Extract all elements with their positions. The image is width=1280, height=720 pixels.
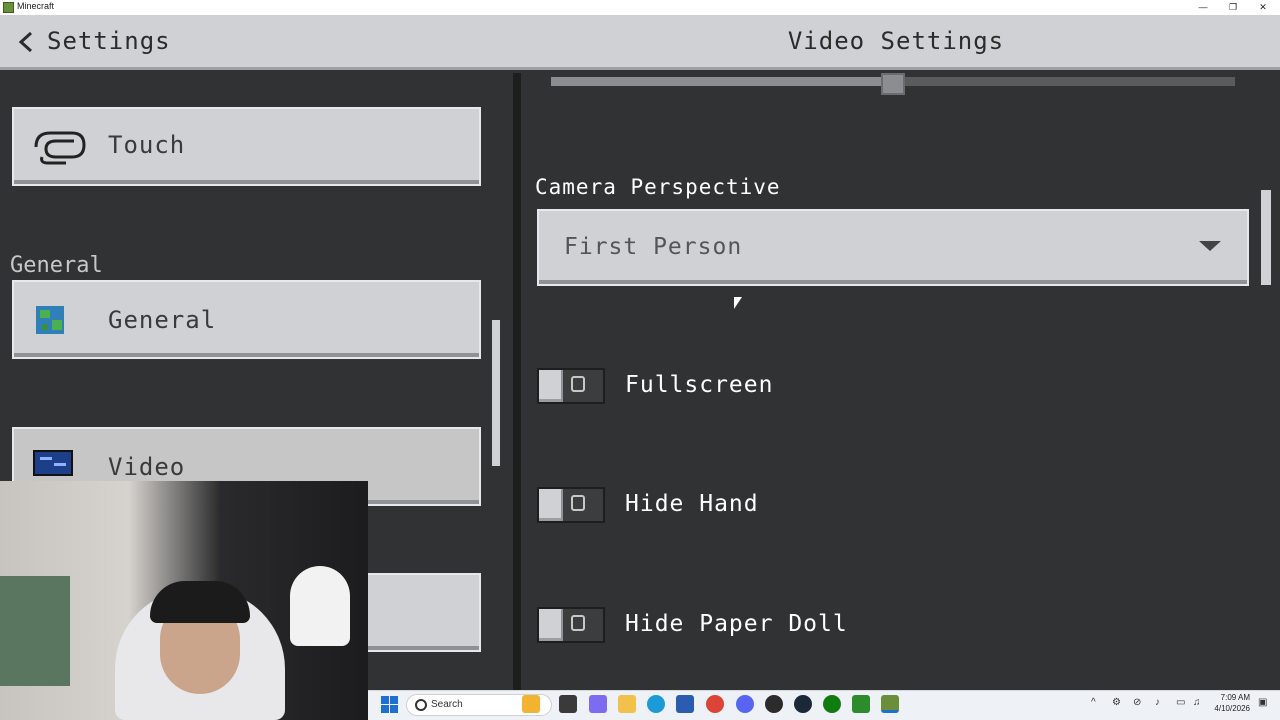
sidebar-item-touch[interactable]: Touch bbox=[12, 107, 481, 186]
settings-scrollbar[interactable] bbox=[1261, 190, 1271, 285]
hide-hand-label: Hide Hand bbox=[625, 491, 759, 517]
globe-icon bbox=[36, 306, 64, 334]
minecraft-app-icon bbox=[3, 2, 14, 13]
store-icon[interactable] bbox=[676, 695, 694, 713]
tray-app-icon[interactable]: ⚙ bbox=[1112, 697, 1121, 708]
touch-hand-icon bbox=[34, 131, 86, 165]
sidebar-item-label: Video bbox=[108, 453, 186, 481]
discord-icon[interactable] bbox=[736, 695, 754, 713]
webcam-lamp bbox=[290, 566, 350, 646]
edge-icon[interactable] bbox=[647, 695, 665, 713]
toggle-off-icon bbox=[571, 376, 585, 392]
fullscreen-label: Fullscreen bbox=[625, 372, 774, 398]
chevron-down-icon bbox=[1199, 241, 1221, 251]
xbox-icon[interactable] bbox=[823, 695, 841, 713]
tray-chevron-up-icon[interactable]: ^ bbox=[1091, 697, 1096, 708]
taskbar-clock-date[interactable]: 4/10/2026 bbox=[1210, 704, 1250, 713]
maximize-button[interactable]: ❐ bbox=[1218, 0, 1248, 15]
camera-perspective-dropdown[interactable]: First Person bbox=[537, 209, 1249, 286]
panel-divider bbox=[513, 73, 521, 690]
chrome-icon[interactable] bbox=[706, 695, 724, 713]
dropdown-selected-value: First Person bbox=[564, 234, 743, 260]
close-button[interactable]: ✕ bbox=[1248, 0, 1278, 15]
section-heading-general: General bbox=[10, 253, 103, 278]
toggle-knob bbox=[539, 609, 563, 641]
sidebar-item-label: Touch bbox=[108, 131, 186, 159]
toggle-knob bbox=[539, 370, 563, 402]
task-view-icon[interactable] bbox=[559, 695, 577, 713]
toggle-knob bbox=[539, 489, 563, 521]
sidebar-item-label: General bbox=[108, 306, 217, 334]
fullscreen-toggle[interactable] bbox=[537, 368, 605, 404]
toggle-off-icon bbox=[571, 615, 585, 631]
hide-paper-doll-label: Hide Paper Doll bbox=[625, 611, 848, 637]
camera-perspective-label: Camera Perspective bbox=[535, 175, 781, 199]
notification-icon[interactable]: ▣ bbox=[1258, 697, 1267, 708]
sidebar-item-general[interactable]: General bbox=[12, 280, 481, 359]
tray-volume-icon[interactable]: ♫ bbox=[1193, 697, 1201, 708]
monitor-icon bbox=[33, 450, 73, 476]
search-placeholder: Search bbox=[431, 699, 463, 710]
windows-start-icon[interactable] bbox=[381, 696, 398, 713]
tray-mic-icon[interactable]: ♪ bbox=[1155, 697, 1160, 708]
minecraft-icon[interactable] bbox=[881, 695, 899, 713]
search-icon bbox=[415, 699, 427, 711]
minimize-button[interactable]: — bbox=[1188, 0, 1218, 15]
slider-fill bbox=[551, 77, 881, 86]
webcam-overlay bbox=[0, 481, 368, 720]
back-to-settings-button[interactable]: Settings bbox=[47, 27, 171, 55]
tray-network-off-icon[interactable]: ⊘ bbox=[1133, 697, 1141, 708]
taskbar-clock-time[interactable]: 7:09 AM bbox=[1216, 693, 1250, 702]
hide-paper-doll-toggle[interactable] bbox=[537, 607, 605, 643]
obs-icon[interactable] bbox=[765, 695, 783, 713]
widget-icon[interactable] bbox=[522, 695, 540, 713]
window-title: Minecraft bbox=[17, 1, 55, 11]
webcam-person-cap bbox=[150, 581, 250, 623]
window-title-bar bbox=[0, 0, 1280, 15]
file-explorer-icon[interactable] bbox=[618, 695, 636, 713]
hide-hand-toggle[interactable] bbox=[537, 487, 605, 523]
steam-icon[interactable] bbox=[794, 695, 812, 713]
webcam-wall-art bbox=[0, 576, 70, 686]
page-title: Video Settings bbox=[787, 27, 1005, 55]
copilot-icon[interactable] bbox=[589, 695, 607, 713]
minecraft-launcher-icon[interactable] bbox=[852, 695, 870, 713]
mouse-cursor-icon bbox=[734, 297, 742, 309]
tray-display-icon[interactable]: ▭ bbox=[1176, 697, 1185, 708]
back-arrow-icon[interactable] bbox=[18, 31, 34, 53]
sidebar-scrollbar[interactable] bbox=[492, 320, 500, 466]
slider-thumb[interactable] bbox=[881, 73, 905, 95]
toggle-off-icon bbox=[571, 495, 585, 511]
